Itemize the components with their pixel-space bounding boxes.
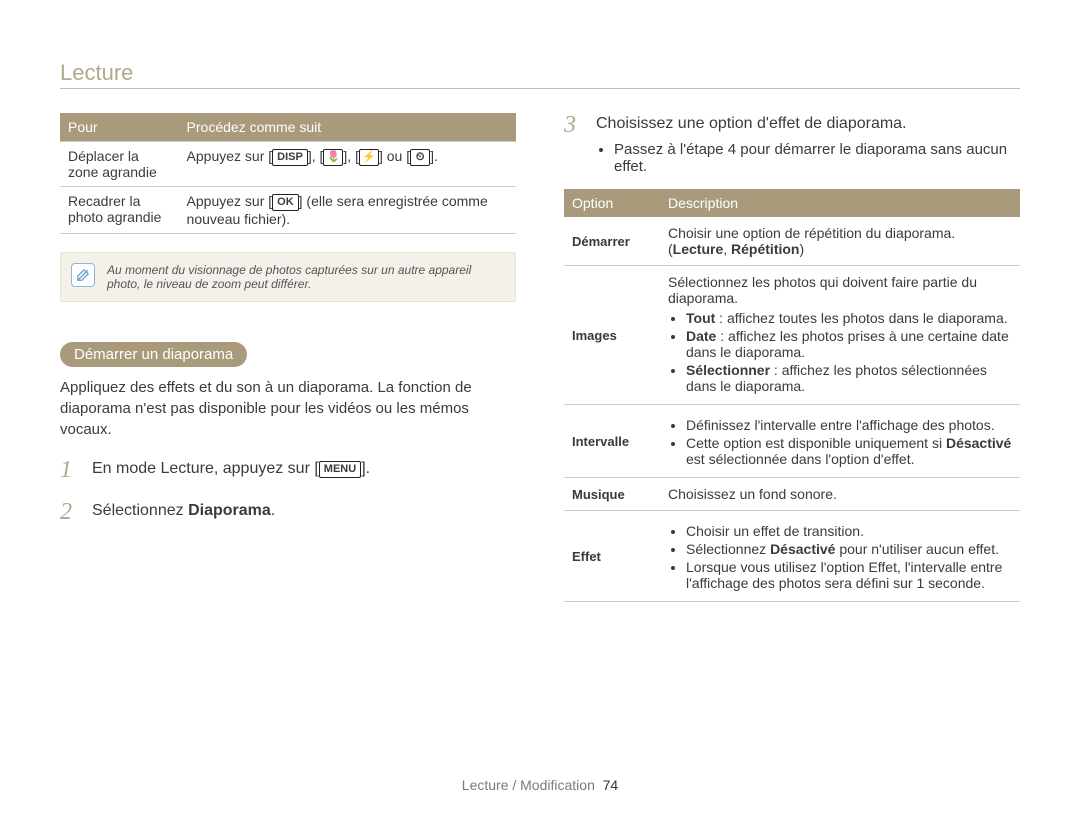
table-row: Effet Choisir un effet de transition. Sé… bbox=[564, 511, 1020, 602]
page: Lecture Pour Procédez comme suit Déplace… bbox=[0, 0, 1080, 815]
option-name: Musique bbox=[564, 478, 660, 511]
option-name: Effet bbox=[564, 511, 660, 602]
left-column: Pour Procédez comme suit Déplacer la zon… bbox=[60, 113, 516, 602]
step-number: 1 bbox=[60, 458, 82, 482]
table-header: Procédez comme suit bbox=[179, 113, 516, 142]
option-desc: Choisir un effet de transition. Sélectio… bbox=[660, 511, 1020, 602]
option-desc: Choisissez un fond sonore. bbox=[660, 478, 1020, 511]
timer-button-icon: ⏲ bbox=[410, 149, 430, 166]
intro-text: Appliquez des effets et du son à un diap… bbox=[60, 377, 516, 440]
note-icon bbox=[71, 263, 95, 287]
page-number: 74 bbox=[603, 777, 619, 793]
step-sub: Passez à l'étape 4 pour démarrer le diap… bbox=[596, 141, 1020, 175]
option-name: Intervalle bbox=[564, 405, 660, 478]
title-rule bbox=[60, 88, 1020, 89]
table-header: Option bbox=[564, 189, 660, 217]
macro-button-icon: 🌷 bbox=[323, 149, 343, 166]
table-row: Musique Choisissez un fond sonore. bbox=[564, 478, 1020, 511]
option-name: Démarrer bbox=[564, 217, 660, 266]
table-row: Déplacer la zone agrandie Appuyez sur [D… bbox=[60, 142, 516, 187]
subsection-pill: Démarrer un diaporama bbox=[60, 342, 247, 367]
action-name: Recadrer la photo agrandie bbox=[60, 187, 179, 234]
menu-button-icon: MENU bbox=[319, 461, 361, 478]
page-footer: Lecture / Modification 74 bbox=[0, 777, 1080, 793]
step-1: 1 En mode Lecture, appuyez sur [MENU]. bbox=[60, 458, 516, 482]
table-row: Images Sélectionnez les photos qui doive… bbox=[564, 266, 1020, 405]
action-name: Déplacer la zone agrandie bbox=[60, 142, 179, 187]
option-desc: Sélectionnez les photos qui doivent fair… bbox=[660, 266, 1020, 405]
right-column: 3 Choisissez une option d'effet de diapo… bbox=[564, 113, 1020, 602]
note-box: Au moment du visionnage de photos captur… bbox=[60, 252, 516, 302]
disp-button-icon: DISP bbox=[272, 149, 308, 166]
step-number: 2 bbox=[60, 500, 82, 524]
table-header: Pour bbox=[60, 113, 179, 142]
table-row: Intervalle Définissez l'intervalle entre… bbox=[564, 405, 1020, 478]
ok-button-icon: OK bbox=[272, 194, 299, 211]
note-text: Au moment du visionnage de photos captur… bbox=[107, 263, 471, 291]
table-row: Démarrer Choisir une option de répétitio… bbox=[564, 217, 1020, 266]
options-table: Option Description Démarrer Choisir une … bbox=[564, 189, 1020, 602]
option-desc: Choisir une option de répétition du diap… bbox=[660, 217, 1020, 266]
table-row: Recadrer la photo agrandie Appuyez sur [… bbox=[60, 187, 516, 234]
table-header: Description bbox=[660, 189, 1020, 217]
option-desc: Définissez l'intervalle entre l'affichag… bbox=[660, 405, 1020, 478]
step-2: 2 Sélectionnez Diaporama. bbox=[60, 500, 516, 524]
action-desc: Appuyez sur [OK] (elle sera enregistrée … bbox=[179, 187, 516, 234]
action-desc: Appuyez sur [DISP], [🌷], [⚡] ou [⏲]. bbox=[179, 142, 516, 187]
flash-button-icon: ⚡ bbox=[359, 149, 379, 166]
step-number: 3 bbox=[564, 113, 586, 137]
footer-text: Lecture / Modification bbox=[462, 777, 595, 793]
option-name: Images bbox=[564, 266, 660, 405]
section-title: Lecture bbox=[60, 60, 1020, 86]
action-table: Pour Procédez comme suit Déplacer la zon… bbox=[60, 113, 516, 234]
step-3: 3 Choisissez une option d'effet de diapo… bbox=[564, 113, 1020, 137]
step-text: Choisissez une option d'effet de diapora… bbox=[596, 113, 1020, 133]
